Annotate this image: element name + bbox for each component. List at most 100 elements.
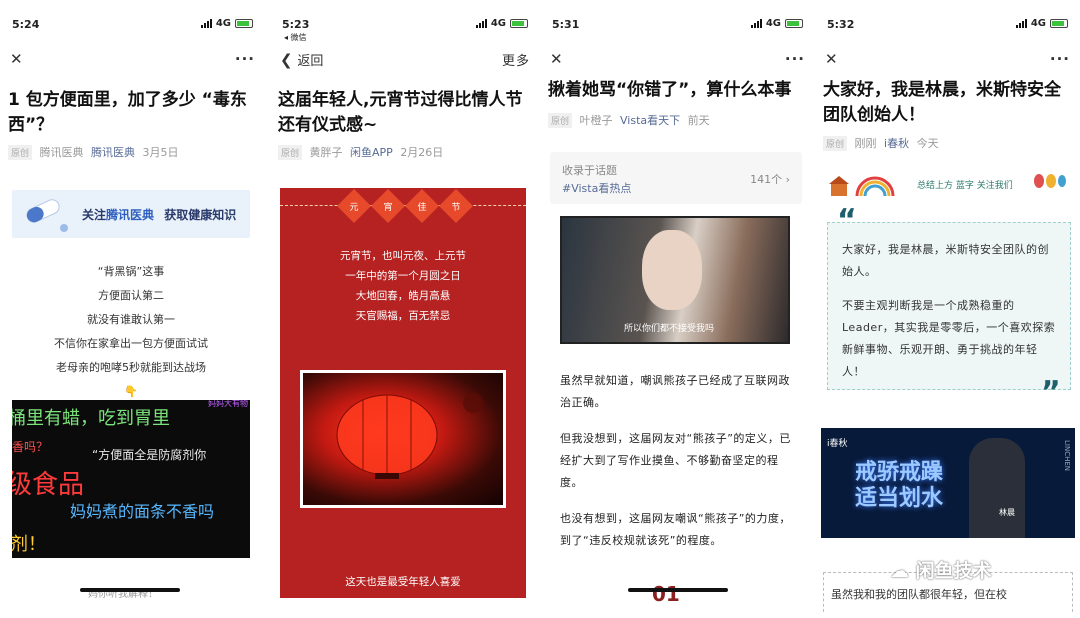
- poem-line: 就没有谁敢认第一: [87, 313, 175, 326]
- article-title: 这届年轻人,元宵节过得比情人节还有仪式感~: [278, 90, 523, 135]
- status-bar: 5:31 4G: [552, 18, 803, 34]
- watermark: ☁ 闲鱼技术: [890, 556, 992, 583]
- article-meta: 原创 腾讯医典 腾讯医典 3月5日: [8, 144, 257, 160]
- lantern-festival-panel: 元 宵 佳 节 元宵节，也叫元夜、上元节 一年中的第一个月圆之日 大地回春，皓月…: [280, 188, 526, 598]
- battery-icon: [1050, 19, 1068, 28]
- status-bar: 5:32 4G: [827, 18, 1068, 34]
- vertical-text: LINCHEN: [1063, 440, 1071, 472]
- home-indicator[interactable]: [80, 588, 180, 592]
- status-time: 5:23: [282, 18, 310, 31]
- topic-name[interactable]: #Vista看热点: [562, 180, 631, 196]
- poem-line: “背黑锅”这事: [97, 265, 165, 278]
- meme-text: 级食品: [12, 470, 85, 500]
- article-title: 大家好，我是林晨，米斯特安全团队创始人！: [823, 80, 1061, 125]
- meme-image: 桶里有蜡，吃到胃里 妈妈大有物 香吗？ “方便面全是防腐剂你 级食品 妈妈煮的面…: [12, 400, 250, 558]
- medicine-icon: [26, 199, 68, 232]
- back-button[interactable]: ❮ 返回: [280, 50, 323, 69]
- poem-line: 方便面认第二: [98, 289, 164, 302]
- header-char: 节: [451, 203, 461, 213]
- quote-box: 大家好，我是林晨，米斯特安全团队的创始人。 不要主观判断我是一个成熟稳重的Lea…: [827, 222, 1071, 390]
- close-icon[interactable]: ✕: [10, 50, 23, 68]
- more-button[interactable]: 更多: [502, 50, 530, 69]
- account-link[interactable]: Vista看天下: [620, 114, 680, 127]
- meme-text: 妈妈煮的面条不香吗: [70, 502, 215, 521]
- status-time: 5:32: [827, 18, 855, 31]
- back-to-app[interactable]: ◂ 微信: [284, 32, 307, 43]
- lantern-icon: [336, 393, 483, 479]
- battery-icon: [235, 19, 253, 28]
- paragraph: 但我没想到，这届网友对“熊孩子”的定义，已经扩大到了写作业摸鱼、不够勤奋坚定的程…: [560, 432, 791, 489]
- topic-label: 收录于话题: [562, 164, 617, 177]
- nav-bar: ✕ ···: [10, 44, 255, 72]
- rainbow-house-icon: [829, 176, 895, 197]
- banner-suffix: 获取健康知识: [164, 208, 237, 222]
- more-icon[interactable]: ···: [1050, 50, 1070, 68]
- article-meta: 原创 叶橙子 Vista看天下 前天: [548, 112, 807, 128]
- banner-account: 腾讯医典: [106, 208, 155, 222]
- nav-bar: ❮ 返回 更多: [280, 44, 530, 72]
- article-title: 1 包方便面里，加了多少 “毒东西”？: [8, 90, 247, 135]
- publish-date: 2月26日: [400, 146, 444, 159]
- section-number: 01: [652, 582, 680, 606]
- status-time: 5:24: [12, 18, 40, 31]
- network-label: 4G: [215, 18, 231, 29]
- more-icon[interactable]: ···: [785, 50, 805, 68]
- poem-line: 天官赐福，百无禁忌: [355, 310, 451, 322]
- original-tag: 原创: [548, 113, 573, 128]
- battery-icon: [510, 19, 528, 28]
- topic-card[interactable]: 收录于话题 #Vista看热点 141个 ›: [550, 152, 802, 204]
- topic-count: 141个: [750, 173, 783, 186]
- meme-text: 剂！: [12, 534, 46, 555]
- article-meta: 原创 刚刚 i春秋 今天: [823, 135, 1072, 151]
- person-figure: [642, 230, 702, 310]
- intro-poem: “背黑锅”这事 方便面认第二 就没有谁敢认第一 不信你在家拿出一包方便面试试 老…: [12, 260, 250, 404]
- phone-screen-1: 5:24 4G ✕ ··· 1 包方便面里，加了多少 “毒东西”？ 原创 腾讯医…: [0, 0, 265, 618]
- follow-text: 总结上方 蓝字 关注我们: [917, 181, 1013, 191]
- article-title: 揪着她骂“你错了”，算什么本事: [548, 80, 792, 100]
- festival-poem: 元宵节，也叫元夜、上元节 一年中的第一个月圆之日 大地回春，皓月高悬 天官赐福，…: [280, 246, 526, 326]
- close-icon[interactable]: ✕: [825, 50, 838, 68]
- author-name: 腾讯医典: [39, 146, 84, 159]
- close-quote-icon: ”: [1041, 375, 1061, 410]
- paragraph: 也没有想到，这届网友嘲讽“熊孩子”的力度，到了“违反校规就该死”的程度。: [560, 512, 791, 547]
- poem-line: 一年中的第一个月圆之日: [345, 270, 461, 282]
- signal-icon: [475, 19, 487, 28]
- lantern-photo: [300, 370, 506, 508]
- network-label: 4G: [1030, 18, 1046, 29]
- banner-headline: 戒骄戒躁 适当划水: [855, 460, 943, 512]
- status-bar: 5:23 ◂ 微信 4G: [282, 18, 528, 42]
- network-label: 4G: [490, 18, 506, 29]
- watermark-text: 闲鱼技术: [915, 560, 992, 582]
- network-label: 4G: [765, 18, 781, 29]
- headline-line: 戒骄戒躁: [855, 460, 944, 485]
- meme-text: 香吗？: [12, 440, 49, 454]
- banner-prefix: 关注: [82, 208, 107, 222]
- paragraph: 虽然我和我的团队都很年轻，但在校: [831, 588, 1007, 601]
- author-name: 叶橙子: [579, 114, 613, 127]
- header-char: 宵: [383, 203, 393, 213]
- poem-line: 元宵节，也叫元夜、上元节: [340, 250, 466, 262]
- account-link[interactable]: 腾讯医典: [91, 146, 135, 159]
- more-icon[interactable]: ···: [235, 50, 255, 68]
- chevron-right-icon: ›: [785, 173, 790, 186]
- account-link[interactable]: 闲鱼APP: [350, 146, 393, 159]
- status-time: 5:31: [552, 18, 580, 31]
- person-figure: [969, 438, 1025, 538]
- author-name: 刚刚: [854, 137, 877, 150]
- person-name: 林晨: [999, 508, 1015, 517]
- follow-banner[interactable]: 关注腾讯医典 获取健康知识: [12, 190, 250, 238]
- home-indicator[interactable]: [628, 588, 728, 592]
- publish-date: 前天: [687, 114, 710, 127]
- video-still[interactable]: 所以你们都不接受我吗: [560, 216, 790, 344]
- signal-icon: [750, 19, 762, 28]
- nav-bar: ✕ ···: [550, 44, 805, 72]
- close-icon[interactable]: ✕: [550, 50, 563, 68]
- account-link[interactable]: i春秋: [884, 137, 909, 150]
- brand-logo: i春秋: [827, 439, 848, 449]
- wechat-icon: ☁: [890, 560, 909, 582]
- video-subtitle: 所以你们都不接受我吗: [624, 324, 715, 334]
- balloon-icon: [1034, 174, 1066, 188]
- publish-date: 今天: [916, 137, 939, 150]
- poem-line: 不信你在家拿出一包方便面试试: [54, 337, 208, 350]
- phone-screen-2: 5:23 ◂ 微信 4G ❮ 返回 更多 这届年轻人,元宵节过得比情人节还有仪式…: [270, 0, 540, 618]
